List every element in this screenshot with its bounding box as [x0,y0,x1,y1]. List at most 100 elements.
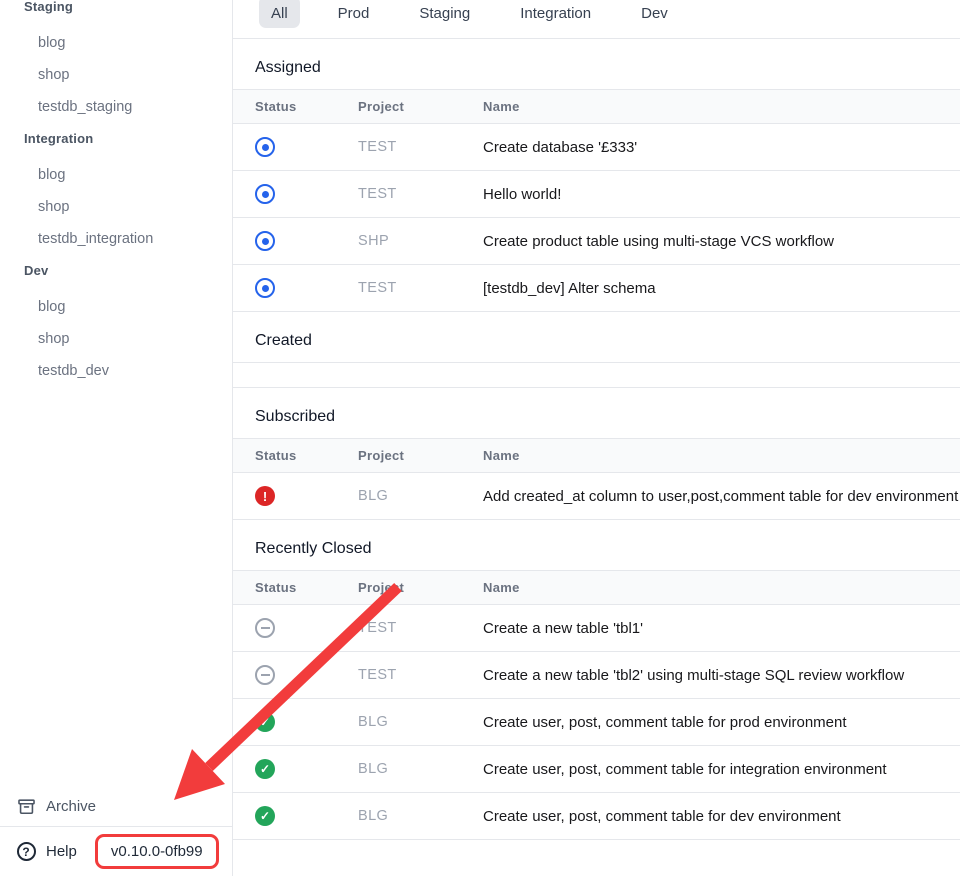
issue-project: TEST [358,667,483,683]
table-header-row: StatusProjectName [233,89,960,124]
issue-status-cell [233,231,358,251]
issue-row[interactable]: ✓ BLGCreate user, post, comment table for… [233,699,960,746]
issue-name: Create user, post, comment table for int… [483,761,960,778]
issue-name: Create a new table 'tbl1' [483,620,960,637]
issue-row[interactable]: TESTCreate a new table 'tbl1' [233,605,960,652]
issue-name: Hello world! [483,186,960,203]
issue-status-cell: ✓ [233,759,358,779]
issue-row[interactable]: TEST[testdb_dev] Alter schema [233,265,960,312]
issue-sections: AssignedStatusProjectNameTESTCreate data… [233,39,960,840]
column-header: Project [358,99,483,114]
column-header: Status [233,448,358,463]
issue-name: Add created_at column to user,post,comme… [483,488,960,505]
issue-name: Create user, post, comment table for pro… [483,714,960,731]
help-icon[interactable]: ? [16,842,36,862]
sidebar-item-database[interactable]: shop [0,191,232,223]
issue-project: TEST [358,139,483,155]
tab-staging[interactable]: Staging [407,0,482,28]
issue-project: TEST [358,186,483,202]
sidebar: Stagingblogshoptestdb_stagingIntegration… [0,0,233,876]
table-header-row: StatusProjectName [233,438,960,473]
issue-status-cell [233,137,358,157]
issue-project: SHP [358,233,483,249]
dashboard-page: Stagingblogshoptestdb_stagingIntegration… [0,0,960,876]
issue-row[interactable]: SHPCreate product table using multi-stag… [233,218,960,265]
sidebar-item-database[interactable]: testdb_staging [0,91,232,123]
issue-row[interactable]: TESTCreate a new table 'tbl2' using mult… [233,652,960,699]
column-header: Name [483,580,960,595]
issue-open-icon [255,278,275,298]
issue-name: Create product table using multi-stage V… [483,233,960,250]
sidebar-item-database[interactable]: blog [0,27,232,59]
tab-dev[interactable]: Dev [629,0,680,28]
issue-section: Recently ClosedStatusProjectNameTESTCrea… [233,520,960,840]
section-title: Assigned [233,39,960,89]
environment-tab-bar: All Prod Staging Integration Dev [233,0,960,39]
sidebar-environment-label: Integration [0,123,232,155]
tab-prod[interactable]: Prod [326,0,382,28]
sidebar-item-database[interactable]: blog [0,159,232,191]
section-title: Subscribed [233,388,960,438]
empty-table-body [233,362,960,388]
section-title: Created [233,312,960,362]
issue-error-icon: ! [255,486,275,506]
column-header: Status [233,580,358,595]
issue-open-icon [255,137,275,157]
environment-database-tree: Stagingblogshoptestdb_stagingIntegration… [0,0,232,387]
sidebar-item-database[interactable]: blog [0,291,232,323]
sidebar-item-database[interactable]: shop [0,59,232,91]
issue-done-icon: ✓ [255,759,275,779]
issue-status-cell [233,618,358,638]
issue-project: BLG [358,488,483,504]
issue-project: BLG [358,714,483,730]
help-label[interactable]: Help [46,843,77,860]
sidebar-environment-label: Dev [0,255,232,287]
issue-status-cell: ✓ [233,806,358,826]
issue-section: AssignedStatusProjectNameTESTCreate data… [233,39,960,312]
sidebar-item-database[interactable]: shop [0,323,232,355]
issue-project: TEST [358,280,483,296]
issue-status-cell [233,184,358,204]
table-header-row: StatusProjectName [233,570,960,605]
issue-name: Create a new table 'tbl2' using multi-st… [483,667,960,684]
issue-row[interactable]: ✓ BLGCreate user, post, comment table for… [233,746,960,793]
issue-canceled-icon [255,618,275,638]
archive-label: Archive [46,798,96,815]
issue-name: Create database '£333' [483,139,960,156]
issue-project: BLG [358,808,483,824]
help-row: ? Help v0.10.0-0fb99 [0,827,232,876]
archive-button[interactable]: Archive [0,787,232,827]
issue-project: TEST [358,620,483,636]
issue-section: Created [233,312,960,388]
issue-done-icon: ✓ [255,806,275,826]
tab-integration[interactable]: Integration [508,0,603,28]
issue-row[interactable]: ✓BLGCreate user, post, comment table for… [233,793,960,840]
sidebar-item-database[interactable]: testdb_integration [0,223,232,255]
version-badge: v0.10.0-0fb99 [95,834,219,869]
column-header: Project [358,448,483,463]
issue-status-cell: ✓ [233,712,358,732]
column-header: Name [483,448,960,463]
column-header: Project [358,580,483,595]
column-header: Status [233,99,358,114]
issue-row[interactable]: TESTCreate database '£333' [233,124,960,171]
issue-status-cell [233,665,358,685]
main-content: AllProdStagingIntegrationDev AssignedSta… [233,0,960,876]
issue-done-icon: ✓ [255,712,275,732]
sidebar-environment-label: Staging [0,0,232,23]
issue-open-icon [255,231,275,251]
issue-row[interactable]: ! BLGAdd created_at column to user,post,c… [233,473,960,520]
issue-open-icon [255,184,275,204]
issue-name: [testdb_dev] Alter schema [483,280,960,297]
section-title: Recently Closed [233,520,960,570]
tab-all[interactable]: All [259,0,300,28]
issue-status-cell: ! [233,486,358,506]
issue-status-cell [233,278,358,298]
issue-project: BLG [358,761,483,777]
sidebar-footer: Archive ? Help v0.10.0-0fb99 [0,787,232,876]
column-header: Name [483,99,960,114]
sidebar-item-database[interactable]: testdb_dev [0,355,232,387]
issue-row[interactable]: TESTHello world! [233,171,960,218]
issue-canceled-icon [255,665,275,685]
archive-icon [16,797,36,817]
